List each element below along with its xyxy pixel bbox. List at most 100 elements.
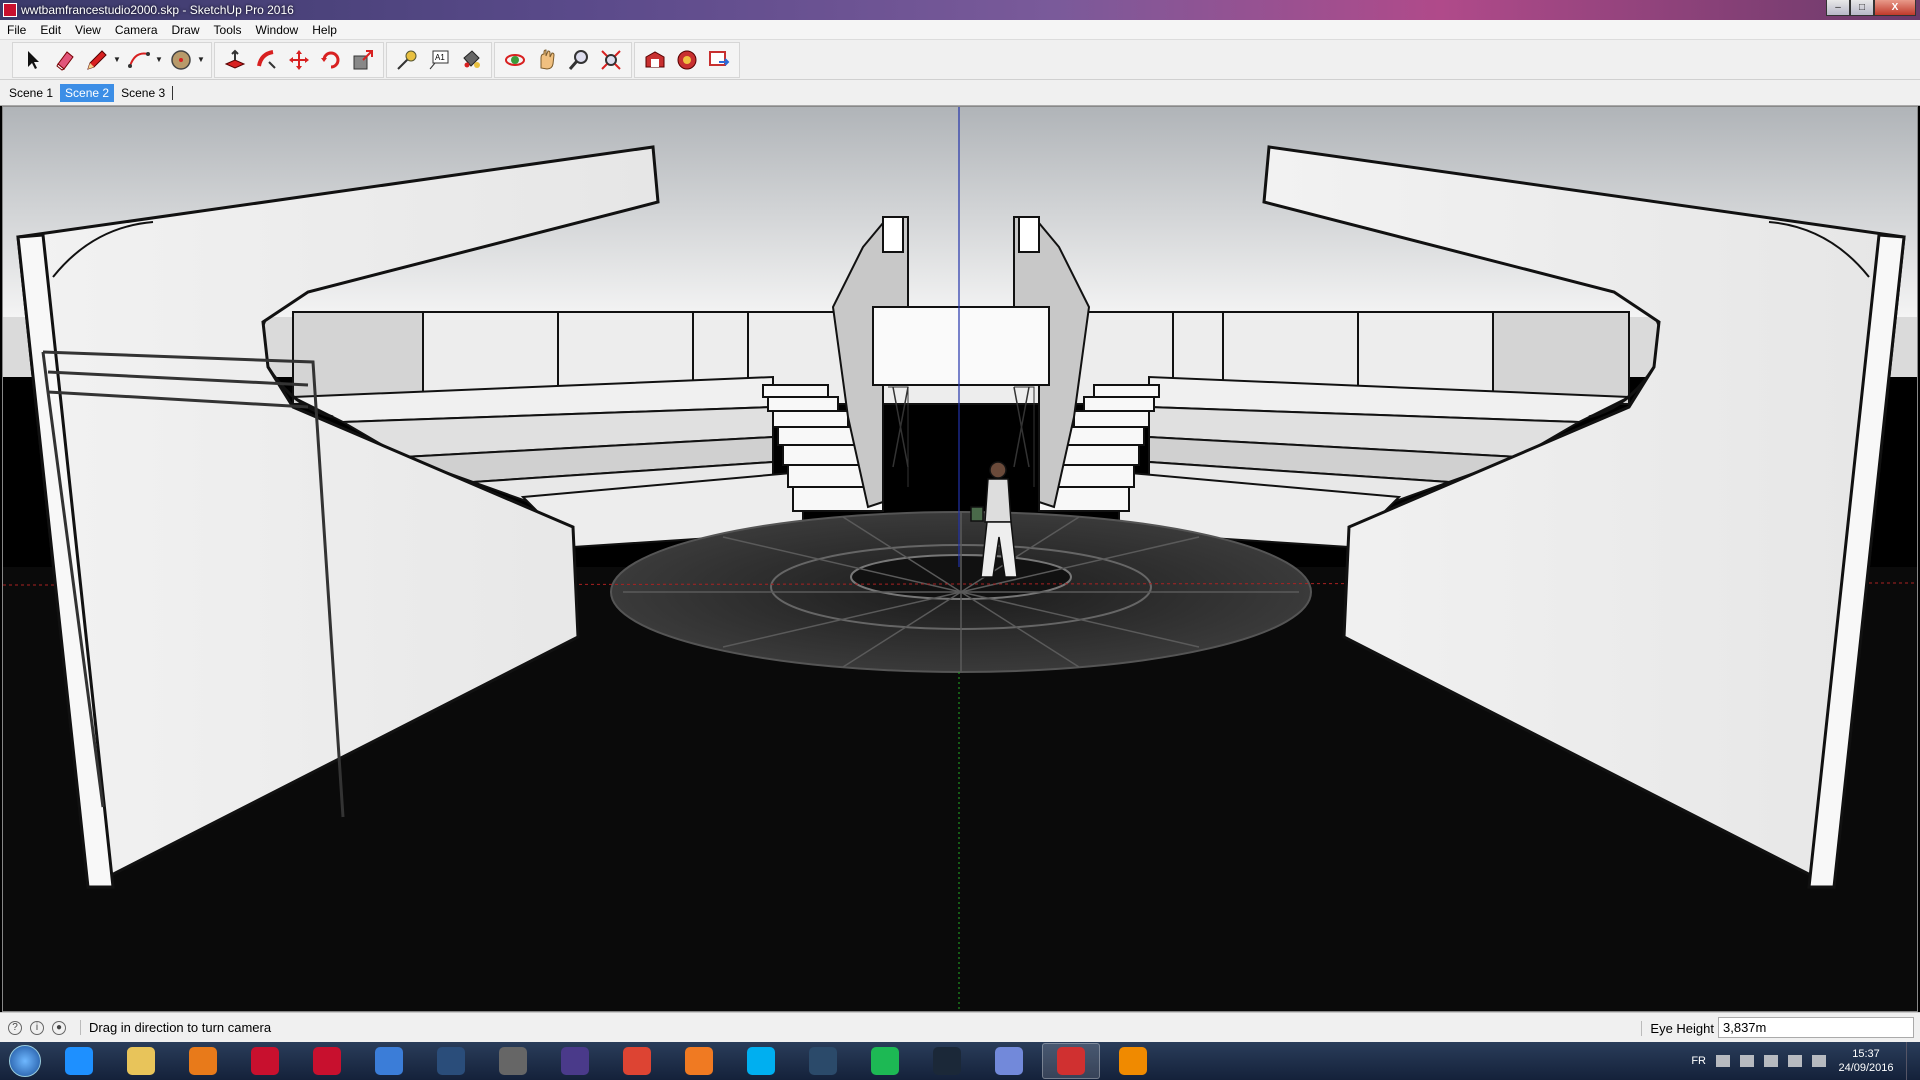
network-icon[interactable] xyxy=(1788,1055,1802,1067)
headphones-app-icon xyxy=(561,1047,589,1075)
system-tray: FR 15:37 24/09/2016 xyxy=(1691,1042,1920,1080)
svg-text:A1: A1 xyxy=(435,53,445,62)
stage-floor xyxy=(610,511,1312,673)
pencil-dropdown-icon[interactable]: ▼ xyxy=(113,55,123,64)
menu-tools[interactable]: Tools xyxy=(207,23,249,37)
circle-icon[interactable] xyxy=(165,44,197,76)
close-button[interactable]: X xyxy=(1874,0,1916,16)
chrome-icon xyxy=(623,1047,651,1075)
taskbar-apps xyxy=(50,1043,1166,1079)
main-toolbar: ▼ ▼ ▼ A1 xyxy=(0,40,1920,80)
tray-device-icon[interactable] xyxy=(1740,1055,1754,1067)
menu-window[interactable]: Window xyxy=(249,23,306,37)
zoom-icon[interactable] xyxy=(563,44,595,76)
orbit-icon[interactable] xyxy=(499,44,531,76)
arc-icon[interactable] xyxy=(123,44,155,76)
select-icon[interactable] xyxy=(17,44,49,76)
taskbar-app-media-player[interactable] xyxy=(174,1043,232,1079)
taskbar-app-globe-app[interactable] xyxy=(360,1043,418,1079)
taskbar-app-vlc[interactable] xyxy=(1104,1043,1162,1079)
studio-model-drawing xyxy=(3,107,1917,1011)
language-indicator[interactable]: FR xyxy=(1691,1055,1706,1067)
discord-icon xyxy=(995,1047,1023,1075)
menu-file[interactable]: File xyxy=(0,23,33,37)
taskbar-app-steam[interactable] xyxy=(918,1043,976,1079)
taskbar-app-skype[interactable] xyxy=(732,1043,790,1079)
globe-app-icon xyxy=(375,1047,403,1075)
pencil-icon[interactable] xyxy=(81,44,113,76)
clock[interactable]: 15:37 24/09/2016 xyxy=(1836,1047,1896,1075)
warehouse-icon[interactable] xyxy=(639,44,671,76)
tab-scene-2[interactable]: Scene 2 xyxy=(60,83,115,102)
taskbar-app-chrome[interactable] xyxy=(608,1043,666,1079)
tray-arrow-icon[interactable] xyxy=(1716,1055,1730,1067)
toolbar-group-warehouse xyxy=(634,41,740,78)
show-desktop-button[interactable] xyxy=(1906,1042,1920,1080)
menu-edit[interactable]: Edit xyxy=(33,23,68,37)
minimize-button[interactable]: – xyxy=(1826,0,1850,16)
vlc-icon xyxy=(1119,1047,1147,1075)
notes-app-icon xyxy=(437,1047,465,1075)
extension-warehouse-icon[interactable] xyxy=(671,44,703,76)
tape-measure-icon[interactable] xyxy=(391,44,423,76)
status-bar: ? i ● Drag in direction to turn camera E… xyxy=(0,1012,1920,1042)
menu-bar: File Edit View Camera Draw Tools Window … xyxy=(0,20,1920,40)
taskbar-app-sketchup[interactable] xyxy=(1042,1043,1100,1079)
taskbar-app-cinema-app-2[interactable] xyxy=(298,1043,356,1079)
steam-settings-icon xyxy=(499,1047,527,1075)
taskbar-app-notes-app[interactable] xyxy=(422,1043,480,1079)
push-pull-icon[interactable] xyxy=(219,44,251,76)
taskbar-app-internet-explorer[interactable] xyxy=(50,1043,108,1079)
zoom-extents-icon[interactable] xyxy=(595,44,627,76)
eraser-icon[interactable] xyxy=(49,44,81,76)
geo-location-icon[interactable]: ? xyxy=(8,1020,22,1035)
follow-me-icon[interactable] xyxy=(251,44,283,76)
taskbar-app-teamspeak[interactable] xyxy=(794,1043,852,1079)
tab-scene-3[interactable]: Scene 3 xyxy=(116,84,170,102)
maximize-button[interactable]: □ xyxy=(1850,0,1874,16)
text-icon[interactable]: A1 xyxy=(423,44,455,76)
taskbar-app-file-explorer[interactable] xyxy=(112,1043,170,1079)
volume-icon[interactable] xyxy=(1764,1055,1778,1067)
media-player-icon xyxy=(189,1047,217,1075)
taskbar-app-steam-settings[interactable] xyxy=(484,1043,542,1079)
taskbar-app-spotify[interactable] xyxy=(856,1043,914,1079)
title-bar: wwtbamfrancestudio2000.skp - SketchUp Pr… xyxy=(0,0,1920,20)
tab-scene-1[interactable]: Scene 1 xyxy=(4,84,58,102)
window-title: wwtbamfrancestudio2000.skp - SketchUp Pr… xyxy=(21,3,294,17)
taskbar-app-discord[interactable] xyxy=(980,1043,1038,1079)
3d-viewport[interactable] xyxy=(2,106,1918,1012)
measurements-input[interactable]: 3,837m xyxy=(1718,1017,1914,1038)
credits-icon[interactable]: i xyxy=(30,1020,44,1035)
menu-help[interactable]: Help xyxy=(305,23,344,37)
start-button[interactable] xyxy=(0,1042,50,1080)
menu-draw[interactable]: Draw xyxy=(165,23,207,37)
flag-icon[interactable] xyxy=(1812,1055,1826,1067)
firefox-icon xyxy=(685,1047,713,1075)
scale-icon[interactable] xyxy=(347,44,379,76)
file-explorer-icon xyxy=(127,1047,155,1075)
paint-bucket-icon[interactable] xyxy=(455,44,487,76)
measurements-label: Eye Height xyxy=(1641,1021,1714,1036)
move-icon[interactable] xyxy=(283,44,315,76)
taskbar-app-cinema-app[interactable] xyxy=(236,1043,294,1079)
send-to-layout-icon[interactable] xyxy=(703,44,735,76)
taskbar-app-headphones-app[interactable] xyxy=(546,1043,604,1079)
taskbar-app-firefox[interactable] xyxy=(670,1043,728,1079)
toolbar-group-modify xyxy=(214,41,384,78)
circle-dropdown-icon[interactable]: ▼ xyxy=(197,55,207,64)
arc-dropdown-icon[interactable]: ▼ xyxy=(155,55,165,64)
windows-taskbar: FR 15:37 24/09/2016 xyxy=(0,1042,1920,1080)
sketchup-icon xyxy=(1057,1047,1085,1075)
rotate-icon[interactable] xyxy=(315,44,347,76)
windows-logo-icon xyxy=(9,1045,41,1077)
clock-date: 24/09/2016 xyxy=(1838,1062,1894,1074)
pan-icon[interactable] xyxy=(531,44,563,76)
menu-view[interactable]: View xyxy=(68,23,108,37)
sketchup-app-icon xyxy=(3,3,17,17)
user-icon[interactable]: ● xyxy=(52,1020,66,1035)
skype-icon xyxy=(747,1047,775,1075)
menu-camera[interactable]: Camera xyxy=(108,23,165,37)
clock-time: 15:37 xyxy=(1852,1048,1880,1060)
teamspeak-icon xyxy=(809,1047,837,1075)
